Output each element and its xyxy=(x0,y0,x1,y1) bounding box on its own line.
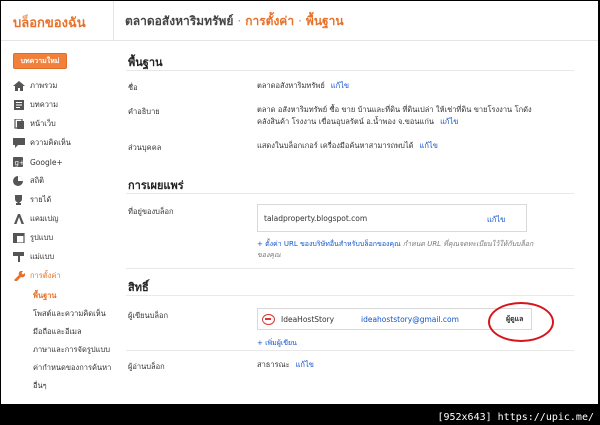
privacy-value: แสดงในบล็อกเกอร์ เครื่องมือค้นหาสามารถพบ… xyxy=(257,141,414,150)
breadcrumb-settings[interactable]: การตั้งค่า xyxy=(245,14,294,28)
header-divider xyxy=(113,1,114,41)
name-label: ชื่อ xyxy=(128,83,138,92)
description-label: คำอธิบาย xyxy=(128,107,160,116)
divider xyxy=(126,295,574,296)
sidebar-item-label: Google+ xyxy=(30,157,63,167)
home-icon xyxy=(13,81,25,91)
description-value: ตลาด อสังหาริมทรัพย์ ซื้อ ขาย บ้านและที่… xyxy=(257,104,567,128)
sidebar-subitem-basics[interactable]: พื้นฐาน xyxy=(33,290,57,302)
image-host-caption: [952x643] https://upic.me/ xyxy=(437,412,594,423)
sidebar-item-label: การตั้งค่า xyxy=(30,271,61,280)
sidebar-item-label: แม่แบบ xyxy=(30,252,55,261)
brand-link[interactable]: บล็อกของฉัน xyxy=(13,12,86,33)
description-line-2: คลังสินค้า โรงงาน เขื่อนอุบลรัตน์ อ.น้ำพ… xyxy=(257,117,459,126)
privacy-label: ส่วนบุคคล xyxy=(128,143,162,152)
comments-icon xyxy=(13,138,25,148)
sidebar-item-comments[interactable]: ความคิดเห็น xyxy=(13,134,113,152)
new-post-button[interactable]: บทความใหม่ xyxy=(13,53,67,69)
sidebar-item-label: หน้าเว็บ xyxy=(30,119,56,128)
blog-address-label: ที่อยู่ของบล็อก xyxy=(128,207,174,216)
sidebar-item-google-plus[interactable]: g+ Google+ xyxy=(13,153,113,171)
sidebar-item-label: แคมเปญ xyxy=(30,214,59,223)
breadcrumb-basics: พื้นฐาน xyxy=(305,14,344,28)
custom-domain-hint-text-2: ของคุณ xyxy=(257,251,281,259)
sidebar-item-label: บทความ xyxy=(30,100,59,109)
breadcrumb-separator: · xyxy=(237,14,242,28)
divider xyxy=(126,193,574,194)
sidebar-subitem-mobile-email[interactable]: มือถือและอีเมล xyxy=(33,326,82,338)
trophy-icon xyxy=(15,195,22,205)
blog-readers-label: ผู้อ่านบล็อก xyxy=(128,362,165,371)
setup-custom-url-link[interactable]: + ตั้งค่า URL ของบริษัทอื่นสำหรับบล็อกขอ… xyxy=(257,240,401,248)
readers-value-row: สาธารณะ แก้ไข xyxy=(257,359,314,371)
annotation-circle xyxy=(488,302,554,342)
sidebar-item-settings[interactable]: การตั้งค่า xyxy=(13,267,113,285)
sidebar-subitem-search-preferences[interactable]: ค่ากำหนดของการค้นหา xyxy=(33,362,111,374)
svg-text:g+: g+ xyxy=(15,159,25,167)
sidebar: บทความใหม่ ภาพรวม บทความ หน้าเว็บ ความคิ… xyxy=(1,42,113,404)
campaign-icon xyxy=(14,214,24,224)
blog-name: ตลาดอสังหาริมทรัพย์ xyxy=(257,81,325,90)
section-title-publishing: การเผยแพร่ xyxy=(128,179,184,192)
sidebar-item-campaigns[interactable]: แคมเปญ xyxy=(13,210,113,228)
sidebar-item-label: ความคิดเห็น xyxy=(30,138,71,147)
edit-description-link[interactable]: แก้ไข xyxy=(440,117,458,126)
author-email[interactable]: ideahoststory@gmail.com xyxy=(361,315,459,324)
sidebar-subitem-posts-comments[interactable]: โพสต์และความคิดเห็น xyxy=(33,308,106,320)
privacy-value-row: แสดงในบล็อกเกอร์ เครื่องมือค้นหาสามารถพบ… xyxy=(257,140,438,152)
author-name: IdeaHostStory xyxy=(281,315,335,324)
breadcrumb-separator: · xyxy=(298,14,302,28)
section-title-basics: พื้นฐาน xyxy=(128,56,163,69)
wrench-icon xyxy=(14,271,25,281)
sidebar-item-label: รายได้ xyxy=(30,195,52,204)
breadcrumb-blog[interactable]: ตลาดอสังหาริมทรัพย์ xyxy=(125,14,233,28)
sidebar-item-template[interactable]: แม่แบบ xyxy=(13,248,113,266)
sidebar-item-label: ภาพรวม xyxy=(30,81,58,90)
layout-icon xyxy=(13,233,25,243)
description-line-1: ตลาด อสังหาริมทรัพย์ ซื้อ ขาย บ้านและที่… xyxy=(257,105,532,114)
posts-icon xyxy=(14,100,24,110)
custom-domain-hint: + ตั้งค่า URL ของบริษัทอื่นสำหรับบล็อกขอ… xyxy=(257,239,577,261)
author-avatar-icon xyxy=(262,314,275,325)
sidebar-subitem-language[interactable]: ภาษาและการจัดรูปแบบ xyxy=(33,344,110,356)
divider xyxy=(126,268,574,269)
sidebar-item-label: สถิติ xyxy=(30,176,44,185)
pages-icon xyxy=(14,119,24,129)
blog-address-box: taladproperty.blogspot.com แก้ไข xyxy=(257,204,527,232)
sidebar-subitem-other[interactable]: อื่นๆ xyxy=(33,380,47,392)
add-author-link[interactable]: + เพิ่มผู้เขียน xyxy=(257,338,297,349)
custom-domain-hint-text: กำหนด URL ที่คุณจดทะเบียนไว้ให้กับบล็อก xyxy=(402,240,534,248)
divider xyxy=(126,70,574,71)
sidebar-item-posts[interactable]: บทความ xyxy=(13,96,113,114)
sidebar-item-overview[interactable]: ภาพรวม xyxy=(13,77,113,95)
sidebar-item-label: รูปแบบ xyxy=(30,233,54,242)
blogger-settings-window: บล็อกของฉัน ตลาดอสังหาริมทรัพย์ · การตั้งค… xyxy=(1,1,598,404)
sidebar-item-stats[interactable]: สถิติ xyxy=(13,172,113,190)
edit-privacy-link[interactable]: แก้ไข xyxy=(420,141,438,150)
edit-readers-link[interactable]: แก้ไข xyxy=(296,360,314,369)
divider xyxy=(126,350,574,351)
sidebar-item-earnings[interactable]: รายได้ xyxy=(13,191,113,209)
settings-main: พื้นฐาน ชื่อ ตลาดอสังหาริมทรัพย์ แก้ไข คำ… xyxy=(114,42,598,404)
section-title-permissions: สิทธิ์ xyxy=(128,281,149,294)
breadcrumb: ตลาดอสังหาริมทรัพย์ · การตั้งค่า · พื้นฐาน xyxy=(125,12,344,31)
edit-name-link[interactable]: แก้ไข xyxy=(331,81,349,90)
edit-address-link[interactable]: แก้ไข xyxy=(487,214,505,226)
name-value-row: ตลาดอสังหาริมทรัพย์ แก้ไข xyxy=(257,80,349,92)
header: บล็อกของฉัน ตลาดอสังหาริมทรัพย์ · การตั้งค… xyxy=(1,1,598,41)
stats-icon xyxy=(13,176,23,186)
blog-authors-label: ผู้เขียนบล็อก xyxy=(128,311,169,320)
blog-address-value: taladproperty.blogspot.com xyxy=(264,214,368,223)
google-plus-icon: g+ xyxy=(13,157,25,167)
sidebar-item-layout[interactable]: รูปแบบ xyxy=(13,229,113,247)
readers-value: สาธารณะ xyxy=(257,360,290,369)
sidebar-item-pages[interactable]: หน้าเว็บ xyxy=(13,115,113,133)
template-icon xyxy=(13,252,24,262)
